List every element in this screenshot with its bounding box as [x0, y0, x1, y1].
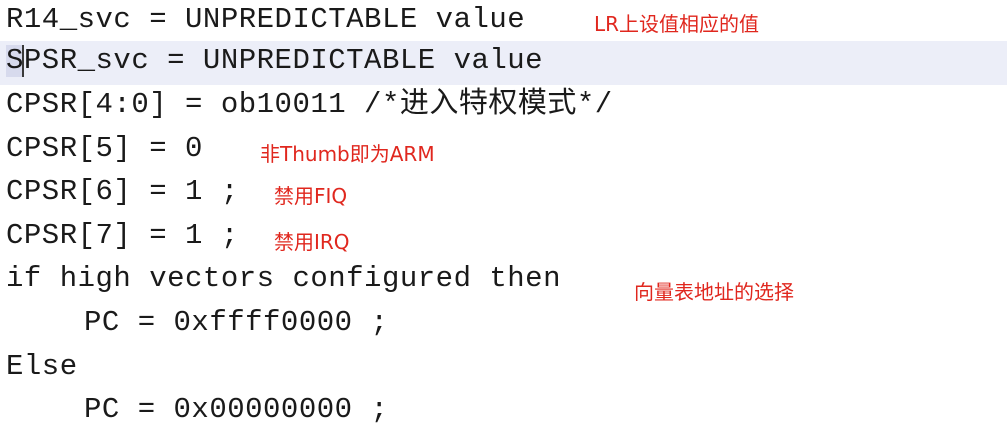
code-line-2-current[interactable]: SPSR_svc = UNPREDICTABLE value [0, 41, 1007, 85]
code-text: PC = 0x00000000 ; [84, 393, 389, 426]
code-line-10[interactable]: PC = 0x00000000 ; [0, 390, 1007, 434]
code-line-3[interactable]: CPSR[4:0] = ob10011 /*进入特权模式*/ [0, 85, 1007, 129]
code-text: CPSR[5] = 0 [6, 132, 203, 165]
text-cursor [22, 45, 24, 77]
annotation-note: LR上设值相应的值 [594, 12, 760, 36]
code-line-9[interactable]: Else [0, 347, 1007, 391]
code-line-7[interactable]: if high vectors configured then 向量表地址的选择 [0, 259, 1007, 304]
annotation-note: 向量表地址的选择 [634, 280, 794, 304]
code-text: if high vectors configured then [6, 262, 561, 295]
code-editor[interactable]: R14_svc = UNPREDICTABLE value LR上设值相应的值 … [0, 0, 1007, 434]
code-text: Else [6, 350, 78, 383]
annotation-note: 非Thumb即为ARM [260, 142, 435, 166]
code-line-8[interactable]: PC = 0xffff0000 ; [0, 303, 1007, 347]
code-text: PC = 0xffff0000 ; [84, 306, 389, 339]
code-text: CPSR[7] = 1 ; [6, 219, 239, 252]
code-line-4[interactable]: CPSR[5] = 0 非Thumb即为ARM [0, 129, 1007, 173]
code-line-6[interactable]: CPSR[7] = 1 ; 禁用IRQ [0, 216, 1007, 260]
code-text: R14_svc = UNPREDICTABLE value [6, 3, 526, 36]
code-line-5[interactable]: CPSR[6] = 1 ; 禁用FIQ [0, 172, 1007, 216]
annotation-note: 禁用FIQ [274, 184, 348, 208]
code-text: CPSR[4:0] = ob10011 /*进入特权模式*/ [6, 88, 613, 121]
code-text: SPSR_svc = UNPREDICTABLE value [6, 44, 544, 77]
code-text: CPSR[6] = 1 ; [6, 175, 239, 208]
code-line-1[interactable]: R14_svc = UNPREDICTABLE value LR上设值相应的值 [0, 0, 1007, 44]
annotation-note: 禁用IRQ [274, 230, 350, 254]
